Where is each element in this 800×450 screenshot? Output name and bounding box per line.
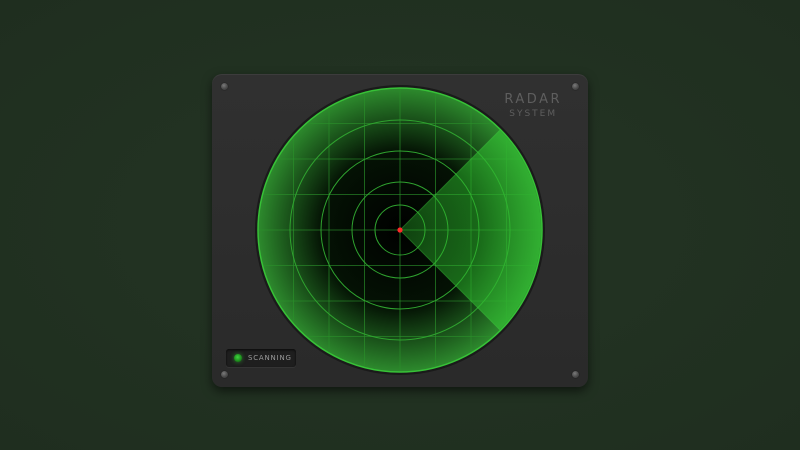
- radar-display: [255, 85, 545, 375]
- center-blip: [397, 227, 403, 233]
- led-indicator-icon: [234, 354, 242, 362]
- status-indicator: SCANNING: [226, 349, 296, 367]
- screw-icon: [221, 83, 228, 90]
- screw-icon: [572, 83, 579, 90]
- background: RADAR SYSTEM SCANNING: [0, 0, 800, 450]
- radar-panel: RADAR SYSTEM SCANNING: [212, 74, 588, 387]
- screw-icon: [221, 371, 228, 378]
- status-label: SCANNING: [248, 354, 292, 362]
- screw-icon: [572, 371, 579, 378]
